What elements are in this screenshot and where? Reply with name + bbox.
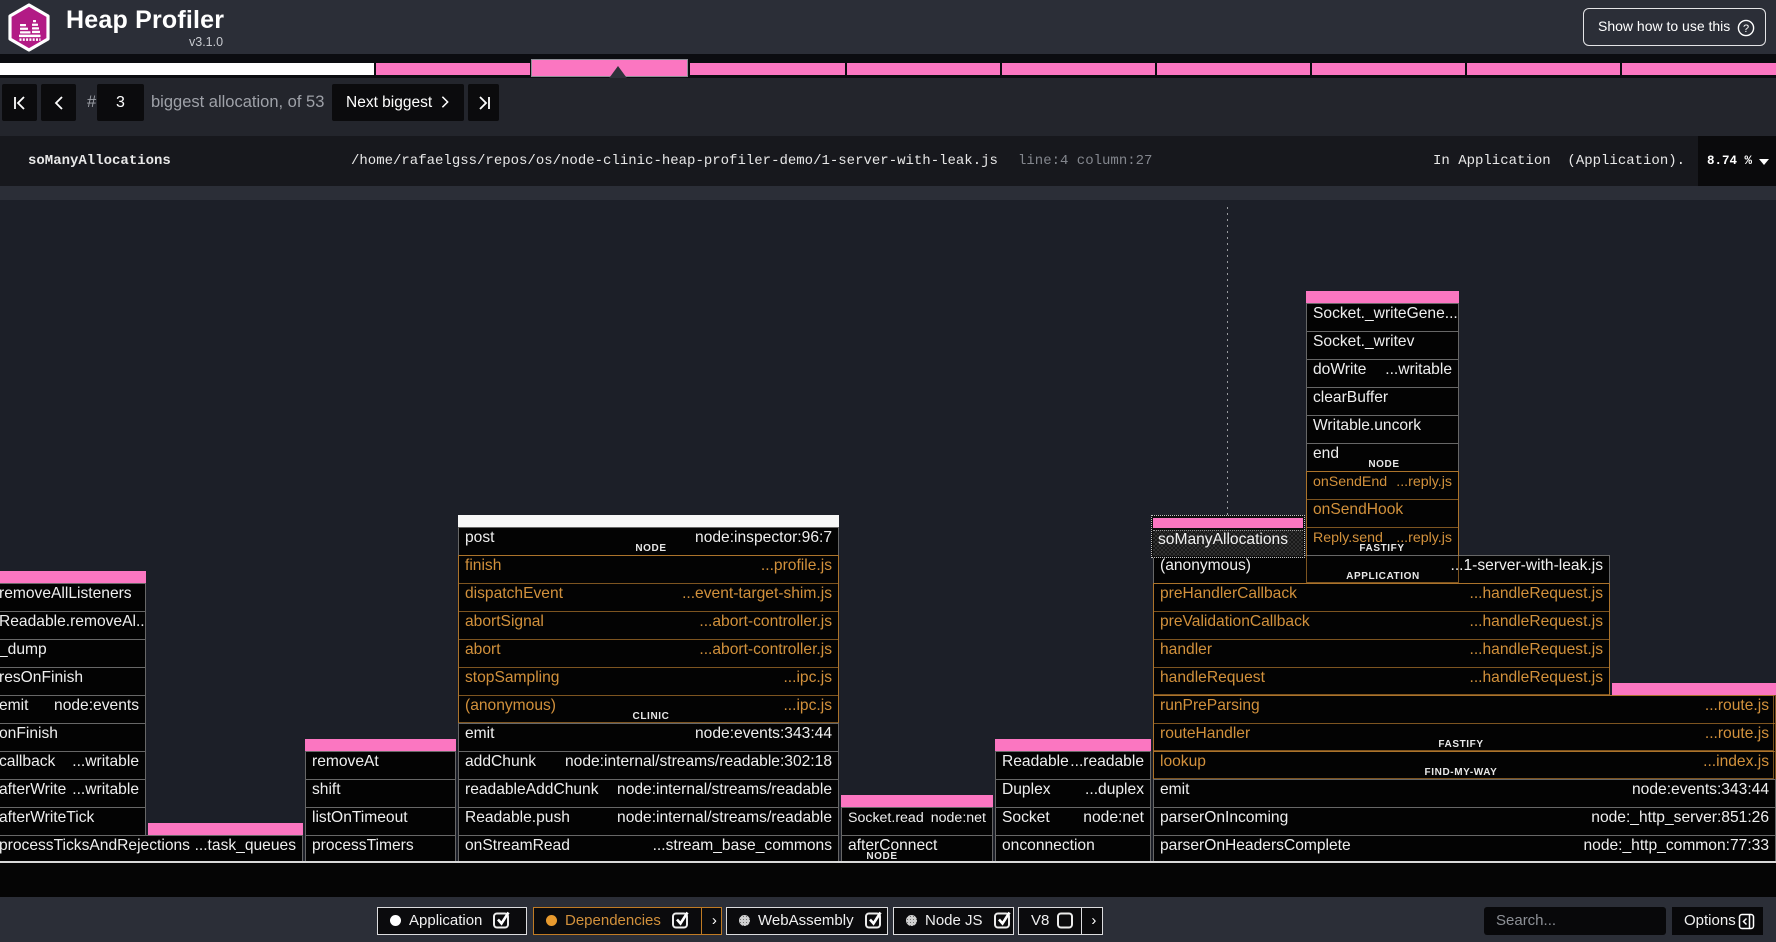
svg-text:?: ? [1743, 23, 1749, 35]
